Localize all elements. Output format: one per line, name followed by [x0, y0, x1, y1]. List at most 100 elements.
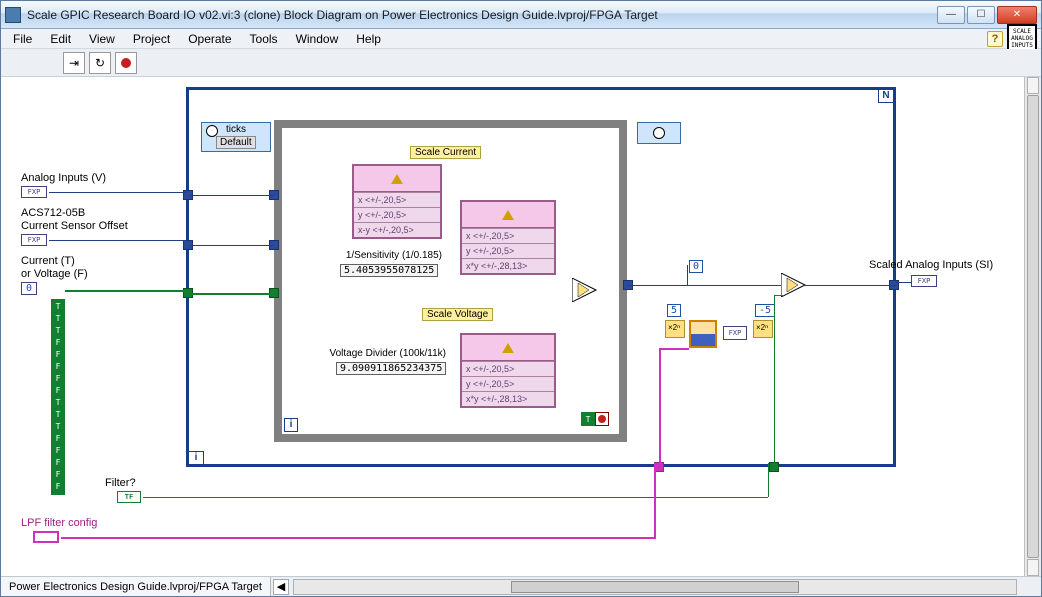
- bool-cell[interactable]: T: [53, 325, 63, 337]
- label-acs712: ACS712-05B: [21, 207, 85, 219]
- canvas-area: Analog Inputs (V) FXP ACS712-05B Current…: [1, 77, 1041, 576]
- abort-button[interactable]: [115, 52, 137, 74]
- multiply-icon: [502, 343, 514, 353]
- select-node-inner[interactable]: [572, 278, 602, 302]
- bool-cell[interactable]: T: [53, 421, 63, 433]
- menu-view[interactable]: View: [81, 30, 123, 48]
- bool-cell[interactable]: F: [53, 337, 63, 349]
- wire: [189, 293, 274, 295]
- ticks-default[interactable]: Default: [216, 136, 256, 149]
- coerce-fxp[interactable]: FXP: [723, 326, 747, 340]
- scale-pow2-left[interactable]: [665, 320, 685, 338]
- label-scale-current: Scale Current: [410, 146, 481, 159]
- subtract-icon: [391, 174, 403, 184]
- mv-row-x: x <+/-,20,5>: [462, 361, 554, 376]
- index-zero[interactable]: 0: [21, 282, 37, 295]
- loop-n-terminal[interactable]: N: [878, 89, 894, 103]
- const-zero[interactable]: 0: [689, 260, 703, 273]
- bool-cell[interactable]: F: [53, 433, 63, 445]
- block-diagram-canvas[interactable]: Analog Inputs (V) FXP ACS712-05B Current…: [1, 77, 1024, 576]
- terminal-analog-inputs[interactable]: FXP: [21, 186, 47, 198]
- wire: [65, 290, 186, 292]
- for-loop[interactable]: N i ticks Default i Scale Current: [186, 87, 896, 467]
- multiply-current-node[interactable]: x <+/-,20,5> y <+/-,20,5> x*y <+/-,28,13…: [460, 200, 556, 275]
- menu-edit[interactable]: Edit: [42, 30, 79, 48]
- multiply-icon: [502, 210, 514, 220]
- status-nav-left[interactable]: ◀: [273, 579, 289, 595]
- bool-cell[interactable]: T: [53, 313, 63, 325]
- clock-icon: [653, 127, 665, 139]
- lpf-subvi[interactable]: [689, 320, 717, 348]
- boolean-array-constant[interactable]: TTTFFFFFTTTFFFFF: [51, 299, 65, 495]
- wire: [804, 285, 896, 286]
- bool-cell[interactable]: T: [53, 409, 63, 421]
- hscroll-thumb[interactable]: [511, 581, 800, 593]
- const-minus-five[interactable]: -5: [755, 304, 775, 317]
- stop-terminal[interactable]: T: [581, 412, 611, 428]
- wire: [627, 285, 687, 286]
- label-lpf-config: LPF filter config: [21, 517, 97, 529]
- bool-cell[interactable]: F: [53, 469, 63, 481]
- menu-file[interactable]: File: [5, 30, 40, 48]
- vscroll-thumb[interactable]: [1027, 95, 1039, 558]
- timed-source[interactable]: ticks Default: [201, 122, 271, 152]
- context-help-icon[interactable]: ?: [987, 31, 1003, 47]
- menu-tools[interactable]: Tools: [242, 30, 286, 48]
- loop-i-terminal[interactable]: i: [188, 451, 204, 465]
- const-vdiv[interactable]: 9.090911865234375: [336, 362, 446, 375]
- inner-i[interactable]: i: [284, 418, 298, 432]
- status-path[interactable]: Power Electronics Design Guide.lvproj/FP…: [1, 577, 271, 596]
- menu-help[interactable]: Help: [348, 30, 389, 48]
- bool-cell[interactable]: T: [53, 301, 63, 313]
- label-filter: Filter?: [105, 477, 136, 489]
- label-sensitivity: 1/Sensitivity (1/0.185): [312, 250, 442, 261]
- bool-cell[interactable]: F: [53, 361, 63, 373]
- wire: [687, 265, 688, 285]
- const-sensitivity[interactable]: 5.4053955078125: [340, 264, 438, 277]
- sequence-frame[interactable]: i Scale Current x <+/-,20,5> y <+/-,20,5…: [274, 120, 627, 442]
- mc-row-x: x <+/-,20,5>: [462, 228, 554, 243]
- tick-count-node[interactable]: [637, 122, 681, 144]
- bool-cell[interactable]: F: [53, 349, 63, 361]
- bool-cell[interactable]: T: [53, 397, 63, 409]
- titlebar: Scale GPIC Research Board IO v02.vi:3 (c…: [1, 1, 1041, 29]
- bool-cell[interactable]: F: [53, 457, 63, 469]
- run-button[interactable]: [63, 52, 85, 74]
- wire: [49, 192, 186, 193]
- bool-cell[interactable]: F: [53, 481, 63, 493]
- terminal-sensor-offset[interactable]: FXP: [21, 234, 47, 246]
- maximize-button[interactable]: ☐: [967, 6, 995, 24]
- wire: [189, 195, 274, 196]
- ticks-label: ticks: [226, 124, 246, 135]
- terminal-scaled-output[interactable]: FXP: [911, 275, 937, 287]
- menu-operate[interactable]: Operate: [180, 30, 239, 48]
- label-scaled-output: Scaled Analog Inputs (SI): [869, 259, 993, 271]
- minimize-button[interactable]: —: [937, 6, 965, 24]
- const-five[interactable]: 5: [667, 304, 681, 317]
- wire: [768, 463, 769, 497]
- app-icon: [5, 7, 21, 23]
- wire: [49, 240, 186, 241]
- terminal-filter[interactable]: TF: [117, 491, 141, 503]
- wire: [774, 295, 775, 466]
- horizontal-scrollbar[interactable]: [293, 579, 1017, 595]
- wire: [654, 463, 656, 537]
- bool-cell[interactable]: F: [53, 445, 63, 457]
- close-button[interactable]: ✕: [997, 6, 1037, 24]
- bool-cell[interactable]: F: [53, 385, 63, 397]
- menu-bar: File Edit View Project Operate Tools Win…: [1, 29, 1041, 49]
- scale-pow2-right[interactable]: [753, 320, 773, 338]
- terminal-lpf-config[interactable]: [33, 531, 59, 543]
- subtract-node[interactable]: x <+/-,20,5> y <+/-,20,5> x-y <+/-,20,5>: [352, 164, 442, 239]
- vertical-scrollbar[interactable]: [1024, 77, 1041, 576]
- wire: [61, 537, 656, 539]
- app-window: Scale GPIC Research Board IO v02.vi:3 (c…: [0, 0, 1042, 597]
- bool-cell[interactable]: F: [53, 373, 63, 385]
- label-scale-voltage: Scale Voltage: [422, 308, 493, 321]
- sub-row-x: x <+/-,20,5>: [354, 192, 440, 207]
- mc-row-y: y <+/-,20,5>: [462, 243, 554, 258]
- menu-project[interactable]: Project: [125, 30, 178, 48]
- run-continuous-button[interactable]: [89, 52, 111, 74]
- multiply-voltage-node[interactable]: x <+/-,20,5> y <+/-,20,5> x*y <+/-,28,13…: [460, 333, 556, 408]
- menu-window[interactable]: Window: [288, 30, 347, 48]
